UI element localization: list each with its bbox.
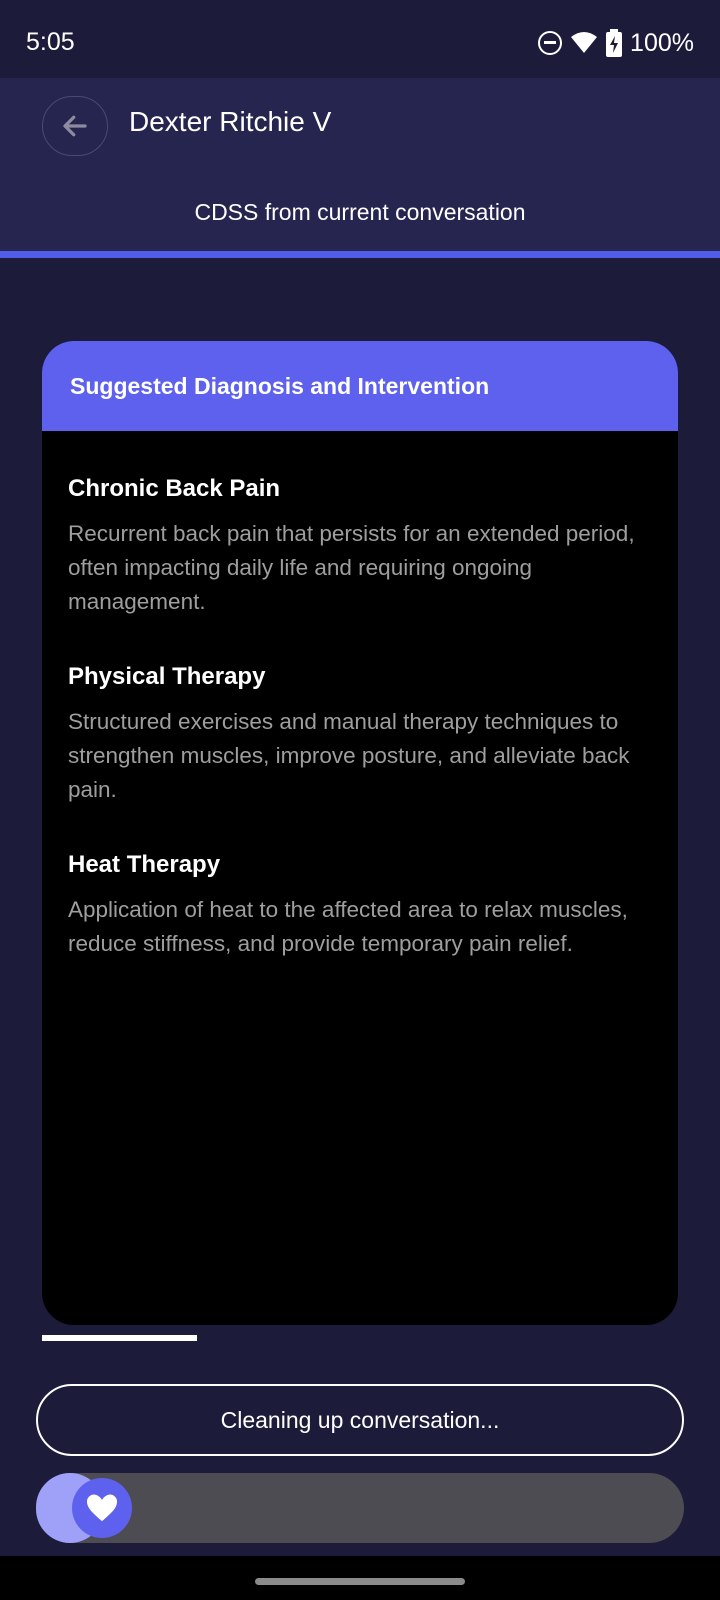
cleaning-status-button[interactable]: Cleaning up conversation... xyxy=(36,1384,684,1456)
list-item: Heat Therapy Application of heat to the … xyxy=(68,851,652,961)
card-header: Suggested Diagnosis and Intervention xyxy=(42,341,678,431)
status-bar: 5:05 100% xyxy=(0,0,720,78)
list-item: Physical Therapy Structured exercises an… xyxy=(68,663,652,807)
page-title: Dexter Ritchie V xyxy=(129,106,332,137)
item-title: Physical Therapy xyxy=(68,663,266,690)
swipe-slider-thumb[interactable] xyxy=(72,1478,132,1538)
card-body: Chronic Back Pain Recurrent back pain th… xyxy=(42,431,678,961)
item-description: Recurrent back pain that persists for an… xyxy=(68,521,635,614)
tab-label: CDSS from current conversation xyxy=(194,199,526,225)
battery-charging-icon xyxy=(606,29,623,57)
tab-indicator xyxy=(0,251,720,258)
item-title: Chronic Back Pain xyxy=(68,475,281,502)
status-button-label: Cleaning up conversation... xyxy=(220,1406,500,1433)
back-button[interactable] xyxy=(42,96,108,156)
wifi-icon xyxy=(571,32,598,53)
diagnosis-card: Suggested Diagnosis and Intervention Chr… xyxy=(42,341,678,1325)
do-not-disturb-icon xyxy=(538,31,563,55)
item-description: Structured exercises and manual therapy … xyxy=(68,709,630,802)
arrow-left-icon xyxy=(63,115,87,137)
list-item: Chronic Back Pain Recurrent back pain th… xyxy=(68,475,652,619)
home-handle[interactable] xyxy=(255,1578,465,1585)
swipe-slider-track[interactable] xyxy=(36,1473,684,1543)
battery-level: 100% xyxy=(630,28,694,57)
status-time: 5:05 xyxy=(26,28,75,56)
item-description: Application of heat to the affected area… xyxy=(68,897,628,956)
page-indicator xyxy=(42,1335,197,1341)
status-icons: 100% xyxy=(538,28,694,58)
conversation-tab[interactable]: CDSS from current conversation xyxy=(0,178,720,251)
item-title: Heat Therapy xyxy=(68,851,221,878)
app-header: Dexter Ritchie V xyxy=(0,78,720,178)
heart-icon xyxy=(85,1492,119,1524)
card-title: Suggested Diagnosis and Intervention xyxy=(70,372,490,399)
